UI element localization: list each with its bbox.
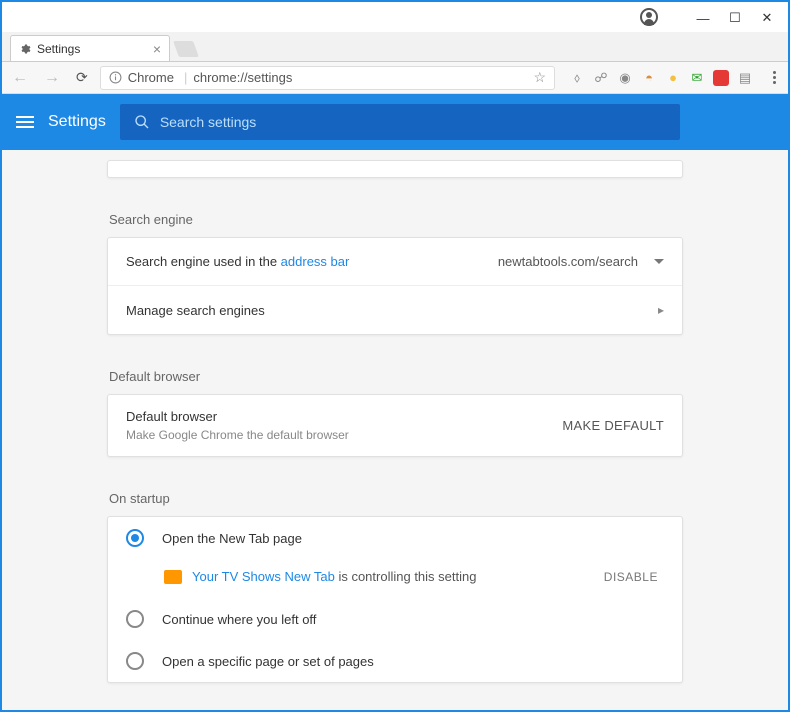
- reload-button[interactable]: ⟳: [72, 69, 92, 86]
- extension-badge-icon: [164, 570, 182, 584]
- forward-button: →: [40, 69, 64, 87]
- ext-icon-1[interactable]: ⬨: [569, 70, 585, 86]
- section-title: Default browser: [107, 355, 683, 394]
- disable-button[interactable]: DISABLE: [604, 570, 664, 584]
- extension-name-link[interactable]: Your TV Shows New Tab: [192, 569, 335, 584]
- close-window-button[interactable]: ✕: [760, 11, 774, 25]
- search-icon: [134, 114, 150, 130]
- info-icon: [109, 71, 122, 84]
- ext-icon-6[interactable]: ✉: [689, 70, 705, 86]
- window-titlebar: — ☐ ✕: [2, 2, 788, 32]
- manage-label: Manage search engines: [126, 303, 658, 318]
- bookmark-star-icon[interactable]: ☆: [533, 69, 546, 86]
- option-label: Continue where you left off: [162, 612, 316, 627]
- chevron-right-icon: ▸: [658, 303, 664, 317]
- radio-icon[interactable]: [126, 652, 144, 670]
- section-default-browser: Default browser Default browser Make Goo…: [107, 355, 683, 457]
- chrome-menu-button[interactable]: [767, 71, 782, 84]
- section-on-startup: On startup Open the New Tab page Your TV…: [107, 477, 683, 683]
- ext-icon-8[interactable]: ▤: [737, 70, 753, 86]
- search-engine-label-prefix: Search engine used in the: [126, 254, 281, 269]
- section-search-engine: Search engine Search engine used in the …: [107, 198, 683, 335]
- option-label: Open a specific page or set of pages: [162, 654, 374, 669]
- page-title: Settings: [48, 113, 106, 131]
- ext-icon-7[interactable]: [713, 70, 729, 86]
- option-label: Open the New Tab page: [162, 531, 302, 546]
- section-title: On startup: [107, 477, 683, 516]
- row-title: Default browser: [126, 409, 562, 424]
- make-default-button[interactable]: MAKE DEFAULT: [562, 418, 664, 433]
- address-bar[interactable]: Chrome | chrome://settings ☆: [100, 66, 555, 90]
- startup-option-continue[interactable]: Continue where you left off: [108, 598, 682, 640]
- controlled-by-extension: Your TV Shows New Tab is controlling thi…: [108, 559, 682, 598]
- tab-close-icon[interactable]: ×: [153, 41, 161, 57]
- search-engine-dropdown[interactable]: newtabtools.com/search: [498, 254, 664, 269]
- minimize-button[interactable]: —: [696, 11, 710, 25]
- settings-content[interactable]: Search engine Search engine used in the …: [2, 150, 788, 710]
- menu-icon[interactable]: [16, 116, 34, 128]
- ext-icon-4[interactable]: ◓: [641, 70, 657, 86]
- default-browser-row: Default browser Make Google Chrome the d…: [108, 395, 682, 456]
- ext-icon-3[interactable]: ◉: [617, 70, 633, 86]
- new-tab-button[interactable]: [173, 41, 199, 57]
- search-input[interactable]: [160, 114, 666, 130]
- radio-checked-icon[interactable]: [126, 529, 144, 547]
- settings-header: Settings: [2, 94, 788, 150]
- advanced-toggle[interactable]: Advanced: [2, 703, 788, 710]
- toolbar: ← → ⟳ Chrome | chrome://settings ☆ ⬨ ☍ ◉…: [2, 62, 788, 94]
- url-scheme: Chrome: [128, 70, 174, 85]
- extension-icons: ⬨ ☍ ◉ ◓ ● ✉ ▤: [563, 70, 759, 86]
- chevron-down-icon: [654, 259, 664, 264]
- back-button[interactable]: ←: [8, 69, 32, 87]
- maximize-button[interactable]: ☐: [728, 11, 742, 25]
- radio-icon[interactable]: [126, 610, 144, 628]
- account-icon[interactable]: [640, 8, 658, 26]
- controlled-suffix: is controlling this setting: [335, 569, 477, 584]
- url-text: chrome://settings: [193, 70, 533, 85]
- dropdown-value: newtabtools.com/search: [498, 254, 638, 269]
- row-subtitle: Make Google Chrome the default browser: [126, 428, 562, 442]
- settings-search[interactable]: [120, 104, 680, 140]
- startup-option-specific[interactable]: Open a specific page or set of pages: [108, 640, 682, 682]
- manage-search-engines-row[interactable]: Manage search engines ▸: [108, 286, 682, 334]
- ext-icon-2[interactable]: ☍: [593, 70, 609, 86]
- previous-card-bottom: [107, 160, 683, 178]
- address-bar-link[interactable]: address bar: [281, 254, 350, 269]
- startup-option-newtab[interactable]: Open the New Tab page: [108, 517, 682, 559]
- section-title: Search engine: [107, 198, 683, 237]
- ext-icon-5[interactable]: ●: [665, 70, 681, 86]
- tab-strip: Settings ×: [2, 32, 788, 62]
- gear-icon: [19, 43, 31, 55]
- tab-title: Settings: [37, 42, 80, 56]
- tab-settings[interactable]: Settings ×: [10, 35, 170, 61]
- search-engine-row: Search engine used in the address bar ne…: [108, 238, 682, 286]
